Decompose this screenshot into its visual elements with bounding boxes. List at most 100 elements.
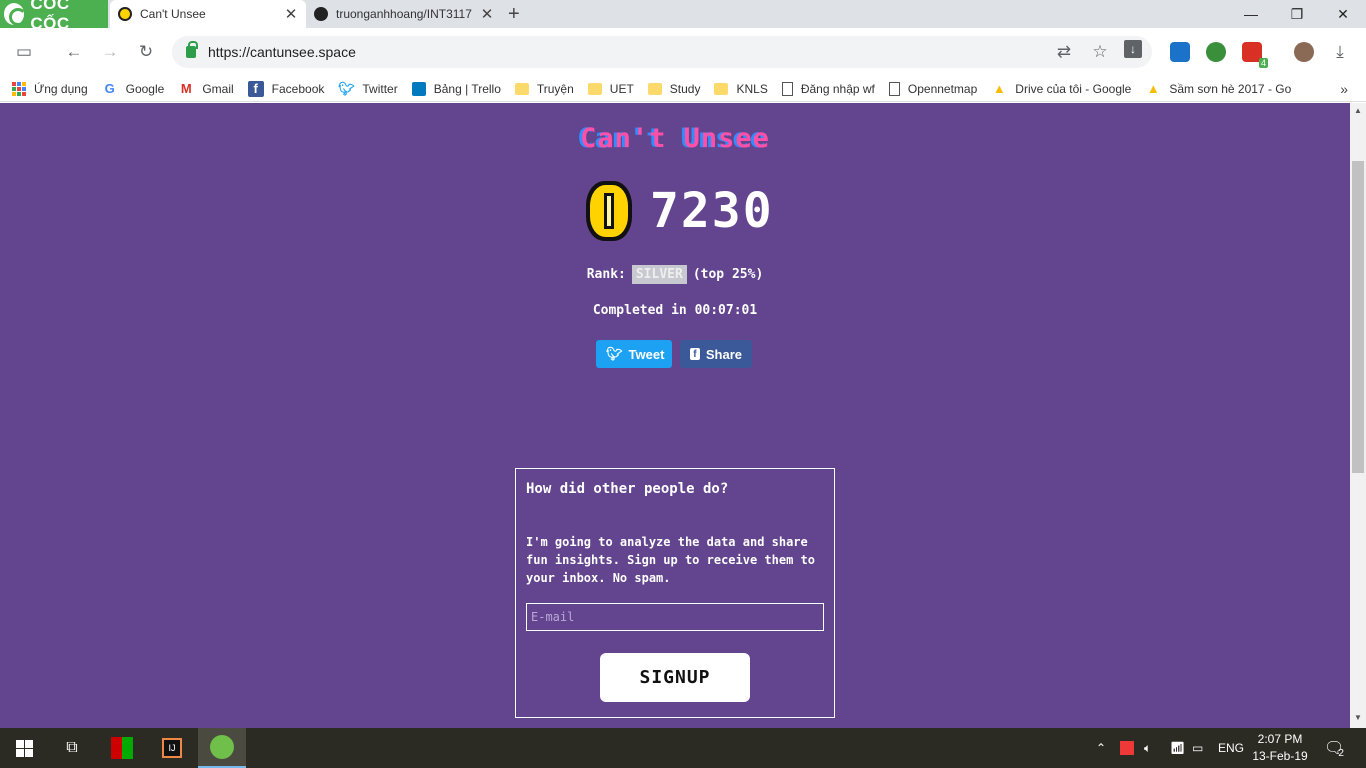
folder-icon [587, 82, 602, 95]
clock-time: 2:07 PM [1257, 732, 1303, 746]
share-buttons: 🐦︎ Tweet f Share [596, 340, 752, 368]
url-input[interactable] [208, 44, 808, 60]
rank-badge: SILVER [631, 265, 687, 284]
completed-time: 00:07:01 [694, 303, 758, 318]
notification-count: 2 [1338, 747, 1344, 759]
folder-icon [514, 82, 529, 95]
browser-toolbar: ▭ ← → ↻ ⇄ ☆ ↓ 4 ⤓ [0, 28, 1366, 76]
task-view-icon[interactable]: ⧉ [48, 728, 96, 768]
bookmark-item[interactable]: Bảng | Trello [411, 81, 501, 96]
twitter-icon: 🐦︎ [338, 80, 355, 96]
trello-icon [411, 81, 426, 96]
share-label: Share [705, 346, 742, 362]
rank-label: Rank: [586, 267, 626, 282]
tab-title: Can't Unsee [140, 7, 206, 21]
windows-logo-icon [15, 739, 33, 757]
folder-icon [714, 82, 729, 95]
bookmark-item[interactable]: f Facebook [247, 80, 324, 97]
scroll-thumb[interactable] [1352, 161, 1364, 473]
bookmark-folder[interactable]: Truyện [514, 82, 574, 96]
rank-note: (top 25%) [692, 267, 764, 282]
extension-badge: 4 [1258, 58, 1268, 68]
bookmark-folder[interactable]: KNLS [714, 82, 768, 96]
signup-text: I'm going to analyze the data and share … [526, 535, 815, 585]
tab-github[interactable]: truonganhhoang/INT3117 ✕ [306, 0, 502, 28]
bookmark-item[interactable]: Đăng nhập wf [781, 81, 875, 96]
vivaldi-tray-icon[interactable] [1120, 728, 1134, 768]
page-content: Can't Unsee 7230 Rank: SILVER (top 25%) Co… [0, 103, 1350, 728]
scroll-down-icon[interactable]: ▼ [1354, 713, 1362, 722]
page-icon [781, 81, 793, 96]
address-bar[interactable]: ⇄ ☆ ↓ [172, 36, 1152, 68]
drive-icon: ▲ [1146, 81, 1160, 96]
page-icon [888, 81, 900, 96]
bookmark-item[interactable]: Opennetmap [888, 81, 977, 96]
minimize-icon[interactable]: — [1228, 0, 1274, 28]
extension-globe-icon[interactable] [1206, 42, 1226, 62]
close-icon[interactable]: ✕ [282, 5, 300, 23]
notification-icon[interactable]: 🗨︎ 2 [1324, 728, 1344, 768]
tray-chevron-icon[interactable]: ⌃ [1096, 728, 1106, 768]
share-button[interactable]: f Share [680, 340, 752, 368]
tab-cant-unsee[interactable]: Can't Unsee ✕ [110, 0, 306, 28]
signup-panel: How did other people do? I'm going to an… [515, 468, 835, 718]
sidebar-toggle-icon[interactable]: ▭ [12, 40, 36, 64]
google-icon: G [104, 81, 115, 96]
rank-line: Rank: SILVER (top 25%) [0, 265, 1350, 284]
apps-icon [12, 81, 26, 96]
facebook-icon: f [247, 80, 264, 97]
twitter-icon: 🐦︎ [606, 346, 623, 361]
bookmark-item[interactable]: ▲ Drive của tôi - Google [991, 81, 1132, 97]
avatar[interactable] [1294, 42, 1314, 62]
score-display: 7230 [586, 181, 774, 241]
reload-icon[interactable]: ↻ [134, 40, 158, 64]
clock-date: 13-Feb-19 [1252, 749, 1308, 763]
tab-strip: CỐC CỐC Can't Unsee ✕ truonganhhoang/INT… [0, 0, 1366, 33]
winrar-app-icon[interactable] [98, 728, 146, 768]
new-tab-plus-icon[interactable]: + [508, 3, 520, 26]
intellij-app-icon[interactable]: IJ [148, 728, 196, 768]
bookmark-item[interactable]: 🐦︎ Twitter [338, 80, 398, 97]
wifi-icon[interactable]: 📶︎ [1170, 728, 1185, 768]
start-button[interactable] [0, 728, 48, 768]
coin-icon [586, 181, 632, 241]
coin-favicon-icon [118, 7, 132, 21]
battery-icon[interactable]: ▭ [1192, 728, 1203, 768]
browser-brand[interactable]: CỐC CỐC [0, 0, 108, 33]
tweet-button[interactable]: 🐦︎ Tweet [596, 340, 672, 368]
email-field[interactable] [526, 603, 824, 631]
bookmark-item[interactable]: Ứng dụng [12, 81, 88, 96]
close-window-icon[interactable]: ✕ [1320, 0, 1366, 28]
bookmark-folder[interactable]: UET [587, 82, 634, 96]
bookmark-item[interactable]: M Gmail [178, 81, 234, 97]
extension-j-icon[interactable] [1170, 42, 1190, 62]
signup-button[interactable]: SIGNUP [600, 653, 750, 702]
completion-time: Completed in 00:07:01 [0, 303, 1350, 318]
bookmark-folder[interactable]: Study [647, 82, 700, 96]
forward-arrow-icon[interactable]: → [98, 40, 122, 64]
bookmark-item[interactable]: G Google [102, 81, 165, 97]
coccoc-app-icon[interactable] [198, 728, 246, 768]
translate-icon[interactable]: ⇄ [1052, 40, 1076, 64]
download-page-icon[interactable]: ↓ [1124, 40, 1142, 58]
system-clock[interactable]: 2:07 PM 13-Feb-19 [1248, 731, 1312, 765]
scroll-up-icon[interactable]: ▲ [1354, 106, 1362, 115]
folder-icon [647, 82, 662, 95]
close-icon[interactable]: ✕ [478, 5, 496, 23]
back-arrow-icon[interactable]: ← [62, 40, 86, 64]
chevron-more-icon[interactable]: » [1340, 81, 1348, 97]
score-value: 7230 [650, 183, 774, 239]
bookmark-item[interactable]: ▲ Sầm sơn hè 2017 - Go [1145, 81, 1291, 97]
signup-heading: How did other people do? [526, 481, 729, 497]
bookmark-star-icon[interactable]: ☆ [1088, 40, 1112, 64]
download-icon[interactable]: ⤓ [1328, 40, 1352, 64]
extension-shield-icon[interactable]: 4 [1242, 42, 1268, 68]
drive-icon: ▲ [992, 81, 1006, 96]
language-indicator[interactable]: ENG [1218, 728, 1244, 768]
github-favicon-icon [314, 7, 328, 21]
volume-icon[interactable]: 🔈︎ [1144, 728, 1151, 768]
windows-taskbar: ⧉ IJ ⌃ 🔈︎ 📶︎ ▭ ENG 2:07 PM 13-Feb-19 🗨︎ 2 [0, 728, 1366, 768]
scrollbar[interactable]: ▲ ▼ [1350, 103, 1366, 728]
restore-icon[interactable]: ❐ [1274, 0, 1320, 28]
tweet-label: Tweet [628, 346, 665, 362]
